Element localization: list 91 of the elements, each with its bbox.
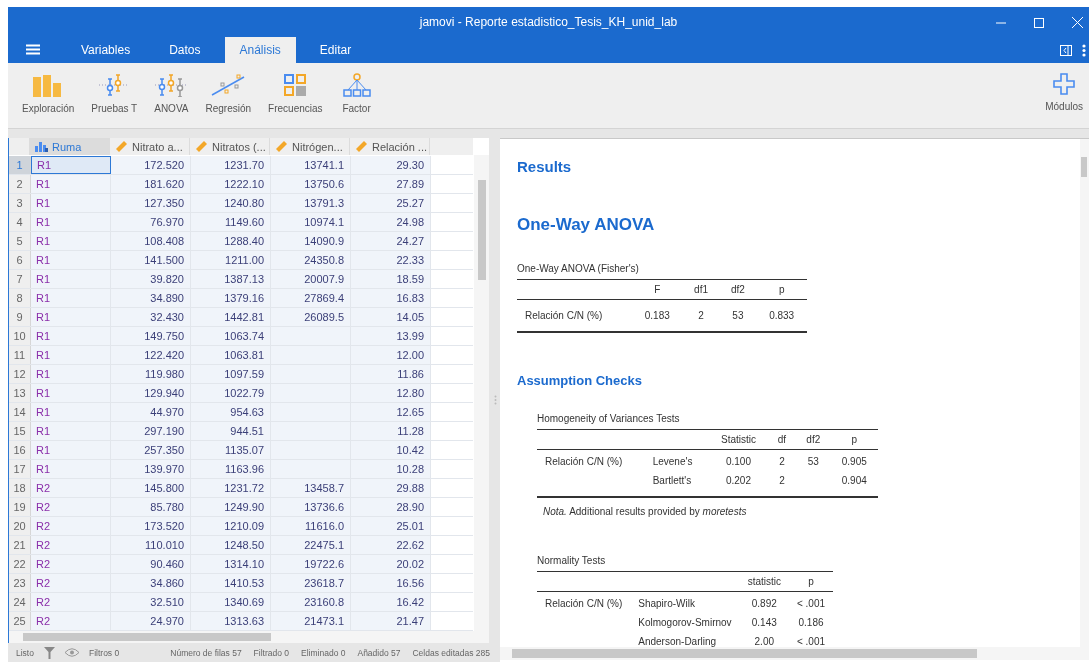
table-cell: 0.892: [739, 591, 789, 611]
table-cell-text: Kolmogorov-Smirnov: [637, 616, 733, 630]
table-cell-text: 0.186: [797, 616, 825, 630]
table-cell: 0.833: [756, 299, 807, 332]
table-cell: Shapiro-Wilk: [630, 591, 740, 611]
scrollbar[interactable]: [8, 631, 489, 643]
column-header[interactable]: Nitratos (...: [190, 138, 270, 155]
filter-icon[interactable]: [43, 646, 55, 659]
tab[interactable]: Datos: [154, 37, 216, 63]
section-heading: Assumption Checks: [517, 373, 643, 388]
status-text: Número de filas 57: [170, 647, 242, 658]
table-note: Nota. Additional results provided by moretests: [542, 505, 748, 517]
table-title: Homogeneity of Variances Tests: [537, 413, 681, 424]
table-cell: 0.905: [830, 449, 878, 469]
column-header: Statistic: [709, 429, 768, 450]
more-icon[interactable]: [1082, 43, 1086, 57]
column-header: df2: [719, 279, 757, 300]
scrollbar[interactable]: [500, 647, 1089, 660]
table-cell: Levene's: [644, 449, 710, 469]
column-header: df2: [796, 429, 831, 450]
table-cell: 0.904: [830, 469, 878, 497]
table-cell: Relación C/N (%): [537, 591, 631, 611]
table-cell: 0.202: [709, 469, 768, 497]
status-text: Filtrado 0: [253, 647, 290, 658]
nominal-variable-icon: [35, 141, 48, 152]
ribbon-button[interactable]: Factor: [333, 63, 380, 128]
table-cell: R1: [31, 155, 111, 174]
close-icon[interactable]: [1072, 17, 1083, 28]
table-cell: Relación C/N (%): [517, 299, 632, 332]
ruler-icon: [195, 140, 208, 153]
scrollbar[interactable]: [474, 155, 489, 631]
table-cell: 2: [767, 449, 797, 469]
scrollbar[interactable]: [1080, 139, 1089, 647]
column-header: df1: [682, 279, 720, 300]
table-cell-text: Anderson-Darling: [637, 635, 718, 647]
column-header: statistic: [739, 571, 789, 592]
ribbon-button[interactable]: Exploración: [16, 63, 81, 128]
ruler-icon: [115, 140, 128, 153]
table-cell: 13741.1: [271, 155, 351, 174]
column-header[interactable]: Relación ...: [350, 138, 430, 155]
maximize-icon[interactable]: [1034, 17, 1044, 28]
ribbon-button[interactable]: ANOVA: [148, 63, 195, 128]
table-cell: 172.520: [111, 155, 191, 174]
ruler-icon: [275, 140, 288, 153]
ruler-icon: [355, 140, 368, 153]
table-cell: 53: [719, 299, 757, 332]
table-cell: 1231.70: [191, 155, 271, 174]
column-header: F: [632, 279, 683, 300]
ribbon-button[interactable]: Regresión: [199, 63, 258, 128]
table-cell: 2: [767, 469, 797, 497]
column-header: p: [830, 429, 878, 450]
tab[interactable]: Variables: [66, 37, 146, 63]
table-cell: Relación C/N (%): [537, 449, 645, 469]
column-header: p: [788, 571, 834, 592]
window-title: jamovi - Reporte estadistico_Tesis_KH_unid_lab: [419, 15, 678, 29]
column-header: p: [756, 279, 807, 300]
status-text: Celdas editadas 285: [412, 647, 490, 658]
analysis-title: One-Way ANOVA: [517, 215, 656, 235]
ribbon-button[interactable]: Frecuencias: [262, 63, 329, 128]
scatter-line-icon: [211, 73, 246, 97]
table-cell-text: 0.143: [750, 616, 778, 630]
table-cell-text: < .001: [795, 635, 827, 647]
table-cell: 0.183: [632, 299, 683, 332]
column-header[interactable]: Nitrato a...: [110, 138, 190, 155]
table-cell: 0.100: [709, 449, 768, 469]
status-text: Filtros 0: [88, 647, 120, 658]
panel-toggle-icon[interactable]: [1060, 44, 1072, 56]
modules-button[interactable]: Módulos: [1039, 63, 1089, 128]
results-heading: Results: [517, 158, 573, 175]
status-text: Añadido 57: [357, 647, 401, 658]
table-title: Normality Tests: [537, 555, 607, 566]
error-bars-icon: [154, 73, 189, 97]
table-cell-text: 2.00: [753, 635, 776, 647]
status-text: Listo: [16, 647, 34, 658]
tab[interactable]: Análisis: [224, 37, 296, 63]
row-number: 1: [9, 155, 31, 174]
table-cell: Bartlett's: [644, 469, 710, 497]
table-cell: 29.30: [351, 155, 431, 174]
menu-icon[interactable]: [26, 44, 40, 55]
table-title: One-Way ANOVA (Fisher's): [517, 263, 640, 274]
table-cell: < .001: [788, 591, 834, 611]
status-text: Eliminado 0: [301, 647, 346, 658]
table-cell: 53: [796, 449, 831, 469]
eye-icon[interactable]: [64, 648, 79, 657]
column-header[interactable]: Nitrógen...: [270, 138, 350, 155]
column-header: df: [767, 429, 797, 450]
tab[interactable]: Editar: [304, 37, 367, 63]
plus-icon: [1053, 73, 1076, 95]
ribbon-button[interactable]: Pruebas T: [85, 63, 144, 128]
drag-handle-icon[interactable]: [493, 395, 497, 405]
table-cell: 2: [682, 299, 720, 332]
